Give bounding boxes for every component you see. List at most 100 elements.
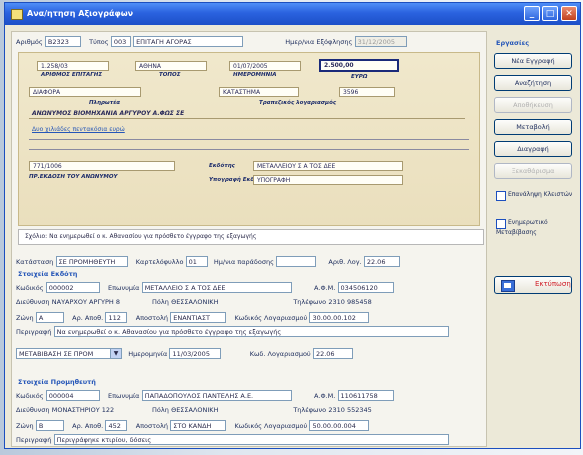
issuer-afm-field[interactable]: 034506120 [337,282,394,293]
issuer-account-label: Κωδικός Λογαριασμού [234,313,308,322]
issuer-row-3: Ζώνη Α Αρ. Αποθ. 112 Αποστολή ΕΝΑΝΤΙΑΣΤ … [16,312,370,326]
card-field[interactable]: 01 [185,256,208,267]
type-text-field[interactable]: ΕΠΙΤΑΓΗ ΑΓΟΡΑΣ [133,36,244,47]
issuer-ship-field[interactable]: ΕΝΑΝΤΙΑΣΤ [170,312,227,323]
modify-button[interactable]: Μεταβολή [494,119,572,135]
cheque-payee: ΑΝΩΝΥΜΟΣ ΒΙΟΜΗΧΑΝΙΑ ΑΡΓΥΡΟΥ Α.ΦΩΣ ΣΕ [29,109,465,119]
main-window: Ανα/ητηση Αξιογράφων _ □ ✕ Αριθμός Β2323… [4,2,581,449]
supplier-phone-label: Τηλέφωνο [293,406,327,414]
date-field[interactable]: 31/12/2005 [354,36,407,47]
date-label: Ημερ/νια Εξόφλησης [285,37,353,46]
print-icon [501,280,515,292]
issuer-section-title: Στοιχεία Εκδότη [18,270,78,278]
save-button[interactable]: Αποθήκευση [494,97,572,113]
issuer-ship-label: Αποστολή [135,313,169,322]
issuer-zone-field[interactable]: Α [35,312,64,323]
issuer-account-field[interactable]: 30.00.00.102 [309,312,370,323]
supplier-row-2: Διεύθυνση ΜΟΝΑΣΤΗΡΙΟΥ 122 Πόλη ΘΕΣΣΑΛΟΝΙ… [16,406,372,420]
issuer-store-label: Αρ. Αποθ. [72,313,104,322]
supplier-afm-label: Α.Φ.Μ. [313,391,336,400]
transfer-select[interactable]: ΜΕΤΑΒΙΒΑΣΗ ΣΕ ΠΡΟΜ ▼ [16,348,122,359]
issuer-desc-label: Περιγραφή [16,327,52,336]
cap-place: ΤΟΠΟΣ [159,72,181,78]
cheque-branch-code: 3596 [339,87,395,97]
issuer-afm-label: Α.Φ.Μ. [313,283,336,292]
sidebar-title: Εργασίες [496,39,530,47]
supplier-zone-label: Ζώνη [16,421,34,430]
supplier-name-field[interactable]: ΠΑΠΑΔΟΠΟΥΛΟΣ ΠΑΝΤΕΛΗΣ Α.Ε. [141,390,292,401]
cheque-issuer-label: ΠΡ.ΕΚΔΟΣΗ ΤΟΥ ΑΝΩΝΥΜΟΥ [29,174,118,180]
clear-button[interactable]: Ξεκαθάρισμα [494,163,572,179]
chevron-down-icon[interactable]: ▼ [110,349,121,358]
supplier-account-label: Κωδικός Λογαριασμού [234,421,308,430]
transfer-info-checkbox[interactable]: Ενημερωτικό Μεταβίβασης [496,219,576,236]
issuer-phone-value: 2310 985458 [328,298,372,306]
issuer-city-label: Πόλη [152,298,169,306]
cheque-number: 1.258/03 [37,61,109,71]
checkbox-box[interactable] [496,191,506,201]
cap-date: ΗΜΕΡΟΜΗΝΙΑ [233,72,277,78]
supplier-store-field[interactable]: 452 [105,420,128,431]
cheque-line-2 [29,149,469,150]
actions-sidebar: Εργασίες Νέα Εγγραφή Αναζήτηση Αποθήκευσ… [492,31,576,445]
header-row: Αριθμός Β2323 Τύπος 003 ΕΠΙΤΑΓΗ ΑΓΟΡΑΣ Η… [16,36,407,50]
issuer-address-label: Διεύθυνση [16,298,50,306]
checkbox-box[interactable] [496,219,506,229]
issuer-desc-field[interactable]: Να ενημερωθεί ο κ. Αθανασίου για πρόσθετ… [53,326,449,337]
number-label: Αριθμός [16,37,43,46]
print-button[interactable]: Εκτύπωση [494,276,572,294]
supplier-zone-field[interactable]: Β [35,420,64,431]
cheque-misc: ΔΙΑΦΟΡΑ [29,87,141,97]
comment-note: Σχόλιο: Να ενημερωθεί ο κ. Αθανασίου για… [18,229,484,245]
issuer-code-field[interactable]: 000002 [45,282,100,293]
delete-button[interactable]: Διαγραφή [494,141,572,157]
repeat-closed-checkbox[interactable]: Επανάληψη Κλειστών [496,191,572,201]
new-record-button[interactable]: Νέα Εγγραφή [494,53,572,69]
acc-field[interactable]: 22.06 [363,256,400,267]
supplier-desc-label: Περιγραφή [16,435,52,444]
acc-label: Αριθ. Λογ. [328,257,362,266]
minimize-button[interactable]: _ [524,6,540,21]
cheque-preview: 1.258/03 ΑΘΗΝΑ 01/07/2005 2.500,00 ΑΡΙΘΜ… [18,52,480,226]
issuer-row-2: Διεύθυνση ΝΑΥΑΡΧΟΥ ΑΡΓΥΡΗ 8 Πόλη ΘΕΣΣΑΛΟ… [16,298,372,312]
close-button[interactable]: ✕ [561,6,577,21]
cheque-amount: 2.500,00 [319,59,399,72]
type-label: Τύπος [89,37,109,46]
issuer-row-1: Κωδικός 000002 Επωνυμία ΜΕΤΑΛΛΕΙΟ Σ Α ΤΟ… [16,282,394,296]
issuer-address-value: ΝΑΥΑΡΧΟΥ ΑΡΓΥΡΗ 8 [51,298,120,306]
issuer-name-field[interactable]: ΜΕΤΑΛΛΕΙΟ Σ Α ΤΟΣ ΔΕΕ [141,282,292,293]
supplier-section-title: Στοιχεία Προμηθευτή [18,378,96,386]
form-panel: Αριθμός Β2323 Τύπος 003 ΕΠΙΤΑΓΗ ΑΓΟΡΑΣ Η… [11,31,487,447]
supplier-desc-field[interactable]: Περιγράφηκε κτιρίου, δόσεις [53,434,449,445]
search-button[interactable]: Αναζήτηση [494,75,572,91]
cap-amount: ΕΥΡΩ [351,74,368,80]
status-label: Κατάσταση [16,257,54,266]
supplier-name-label: Επωνυμία [107,391,140,400]
cap-number: ΑΡΙΘΜΟΣ ΕΠΙΤΑΓΗΣ [41,72,103,78]
maximize-button[interactable]: □ [542,6,558,21]
repeat-closed-label: Επανάληψη Κλειστών [508,191,573,198]
supplier-ship-field[interactable]: ΣΤΟ ΚΑΝΔΗ [170,420,227,431]
supplier-store-label: Αρ. Αποθ. [72,421,104,430]
window-title: Ανα/ητηση Αξιογράφων [27,9,134,18]
delivery-field[interactable] [276,256,317,267]
status-field[interactable]: ΣΕ ΠΡΟΜΗΘΕΥΤΗ [55,256,128,267]
title-bar[interactable]: Ανα/ητηση Αξιογράφων _ □ ✕ [5,3,580,25]
supplier-afm-field[interactable]: 110611758 [337,390,394,401]
transfer-date-field[interactable]: 11/03/2005 [169,348,222,359]
issuer-row-4: Περιγραφή Να ενημερωθεί ο κ. Αθανασίου γ… [16,326,449,340]
app-icon [11,9,23,20]
transfer-date-label: Ημερομηνία [128,349,168,358]
type-code-field[interactable]: 003 [110,36,131,47]
cheque-line-1 [29,139,469,140]
supplier-address-value: ΜΟΝΑΣΤΗΡΙΟΥ 122 [51,406,115,414]
issuer-zone-label: Ζώνη [16,313,34,322]
number-field[interactable]: Β2323 [44,36,81,47]
lbl-payable: Πληρωτέα [89,100,121,106]
supplier-code-label: Κωδικός [16,391,44,400]
transfer-account-field[interactable]: 22.06 [312,348,353,359]
supplier-code-field[interactable]: 000004 [45,390,100,401]
supplier-account-field[interactable]: 50.00.00.004 [309,420,370,431]
supplier-row-3: Ζώνη Β Αρ. Αποθ. 452 Αποστολή ΣΤΟ ΚΑΝΔΗ … [16,420,370,434]
issuer-store-field[interactable]: 112 [105,312,128,323]
